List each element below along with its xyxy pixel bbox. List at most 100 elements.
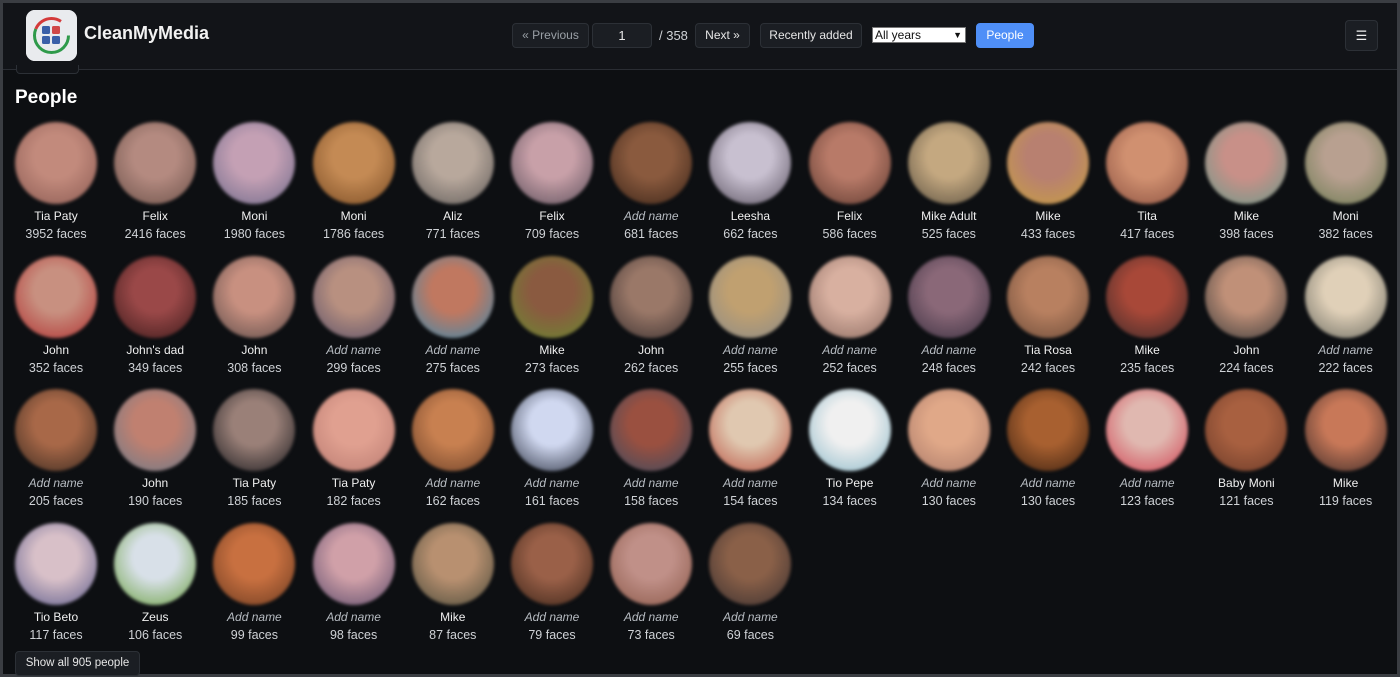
person-card[interactable]: Add name 255 faces <box>701 255 800 375</box>
face-thumbnail[interactable] <box>907 122 990 204</box>
face-thumbnail[interactable] <box>411 255 494 338</box>
face-thumbnail[interactable] <box>1007 122 1089 204</box>
face-thumbnail[interactable] <box>511 122 593 204</box>
add-name-link[interactable]: Add name <box>602 209 701 223</box>
person-card[interactable]: Mike 235 faces <box>1098 255 1197 375</box>
person-card[interactable]: Felix 2416 faces <box>106 122 205 241</box>
person-card[interactable]: Moni 1980 faces <box>205 122 304 241</box>
previous-page-button[interactable]: « Previous <box>512 23 589 48</box>
face-thumbnail[interactable] <box>808 122 891 204</box>
person-card[interactable]: Add name 158 faces <box>602 389 701 508</box>
person-card[interactable]: John 190 faces <box>106 389 205 508</box>
year-select[interactable]: All years ▼ <box>872 27 966 43</box>
person-card[interactable]: Mike 119 faces <box>1296 389 1395 508</box>
person-card[interactable]: John 224 faces <box>1197 255 1296 375</box>
person-card[interactable]: Mike 398 faces <box>1197 122 1296 241</box>
face-thumbnail[interactable] <box>114 389 197 471</box>
person-card[interactable]: Tita 417 faces <box>1098 122 1197 241</box>
person-card[interactable]: Tia Paty 182 faces <box>304 389 403 508</box>
person-card[interactable]: Add name 123 faces <box>1098 389 1197 508</box>
person-card[interactable]: John 352 faces <box>7 255 106 375</box>
person-card[interactable]: Add name 130 faces <box>999 389 1098 508</box>
add-name-link[interactable]: Add name <box>701 343 800 357</box>
recently-added-button[interactable]: Recently added <box>760 23 862 48</box>
add-name-link[interactable]: Add name <box>602 476 701 490</box>
face-thumbnail[interactable] <box>1304 389 1387 471</box>
person-card[interactable]: Felix 709 faces <box>503 122 602 241</box>
face-thumbnail[interactable] <box>610 522 693 605</box>
show-all-people-button[interactable]: Show all 905 people <box>15 651 140 676</box>
add-name-link[interactable]: Add name <box>701 476 800 490</box>
person-card[interactable]: Add name 161 faces <box>503 389 602 508</box>
face-thumbnail[interactable] <box>114 522 197 605</box>
person-card[interactable]: Mike Adult 525 faces <box>899 122 998 241</box>
add-name-link[interactable]: Add name <box>503 610 602 624</box>
person-card[interactable]: Add name 275 faces <box>403 255 502 375</box>
person-card[interactable]: Add name 252 faces <box>800 255 899 375</box>
face-thumbnail[interactable] <box>709 522 792 605</box>
person-card[interactable]: Add name 69 faces <box>701 522 800 642</box>
face-thumbnail[interactable] <box>511 255 593 338</box>
face-thumbnail[interactable] <box>213 522 296 605</box>
person-card[interactable]: Felix 586 faces <box>800 122 899 241</box>
face-thumbnail[interactable] <box>1007 255 1089 338</box>
person-card[interactable]: Add name 130 faces <box>899 389 998 508</box>
add-name-link[interactable]: Add name <box>205 610 304 624</box>
add-name-link[interactable]: Add name <box>800 343 899 357</box>
page-number-input[interactable]: 1 <box>592 23 652 48</box>
face-thumbnail[interactable] <box>1106 389 1189 471</box>
person-card[interactable]: John 308 faces <box>205 255 304 375</box>
face-thumbnail[interactable] <box>709 255 792 338</box>
face-thumbnail[interactable] <box>511 522 593 605</box>
face-thumbnail[interactable] <box>1007 389 1089 471</box>
person-card[interactable]: Mike 273 faces <box>503 255 602 375</box>
face-thumbnail[interactable] <box>312 389 395 471</box>
face-thumbnail[interactable] <box>411 522 494 605</box>
person-card[interactable]: Add name 162 faces <box>403 389 502 508</box>
add-name-link[interactable]: Add name <box>403 343 502 357</box>
person-card[interactable]: Add name 222 faces <box>1296 255 1395 375</box>
person-card[interactable]: Baby Moni 121 faces <box>1197 389 1296 508</box>
face-thumbnail[interactable] <box>511 389 593 471</box>
person-card[interactable]: Add name 154 faces <box>701 389 800 508</box>
person-card[interactable]: Aliz 771 faces <box>403 122 502 241</box>
person-card[interactable]: Tia Paty 185 faces <box>205 389 304 508</box>
face-thumbnail[interactable] <box>114 255 197 338</box>
face-thumbnail[interactable] <box>808 389 891 471</box>
person-card[interactable]: Mike 433 faces <box>999 122 1098 241</box>
face-thumbnail[interactable] <box>213 255 296 338</box>
face-thumbnail[interactable] <box>1106 122 1189 204</box>
face-thumbnail[interactable] <box>1304 255 1387 338</box>
person-card[interactable]: Tio Pepe 134 faces <box>800 389 899 508</box>
add-name-link[interactable]: Add name <box>999 476 1098 490</box>
person-card[interactable]: John 262 faces <box>602 255 701 375</box>
face-thumbnail[interactable] <box>1304 122 1387 204</box>
face-thumbnail[interactable] <box>808 255 891 338</box>
add-name-link[interactable]: Add name <box>1098 476 1197 490</box>
face-thumbnail[interactable] <box>15 522 97 605</box>
face-thumbnail[interactable] <box>610 255 693 338</box>
face-thumbnail[interactable] <box>15 122 97 204</box>
collapsed-panel-tab[interactable] <box>16 65 79 74</box>
person-card[interactable]: Add name 205 faces <box>7 389 106 508</box>
face-thumbnail[interactable] <box>1205 389 1288 471</box>
person-card[interactable]: Add name 79 faces <box>503 522 602 642</box>
face-thumbnail[interactable] <box>15 389 97 471</box>
person-card[interactable]: Zeus 106 faces <box>106 522 205 642</box>
add-name-link[interactable]: Add name <box>304 610 403 624</box>
person-card[interactable]: John's dad 349 faces <box>106 255 205 375</box>
face-thumbnail[interactable] <box>709 389 792 471</box>
add-name-link[interactable]: Add name <box>503 476 602 490</box>
person-card[interactable]: Tia Rosa 242 faces <box>999 255 1098 375</box>
person-card[interactable]: Leesha 662 faces <box>701 122 800 241</box>
face-thumbnail[interactable] <box>312 122 395 204</box>
person-card[interactable]: Add name 73 faces <box>602 522 701 642</box>
face-thumbnail[interactable] <box>709 122 792 204</box>
face-thumbnail[interactable] <box>907 389 990 471</box>
face-thumbnail[interactable] <box>411 122 494 204</box>
person-card[interactable]: Add name 99 faces <box>205 522 304 642</box>
person-card[interactable]: Add name 299 faces <box>304 255 403 375</box>
person-card[interactable]: Add name 681 faces <box>602 122 701 241</box>
add-name-link[interactable]: Add name <box>304 343 403 357</box>
add-name-link[interactable]: Add name <box>403 476 502 490</box>
